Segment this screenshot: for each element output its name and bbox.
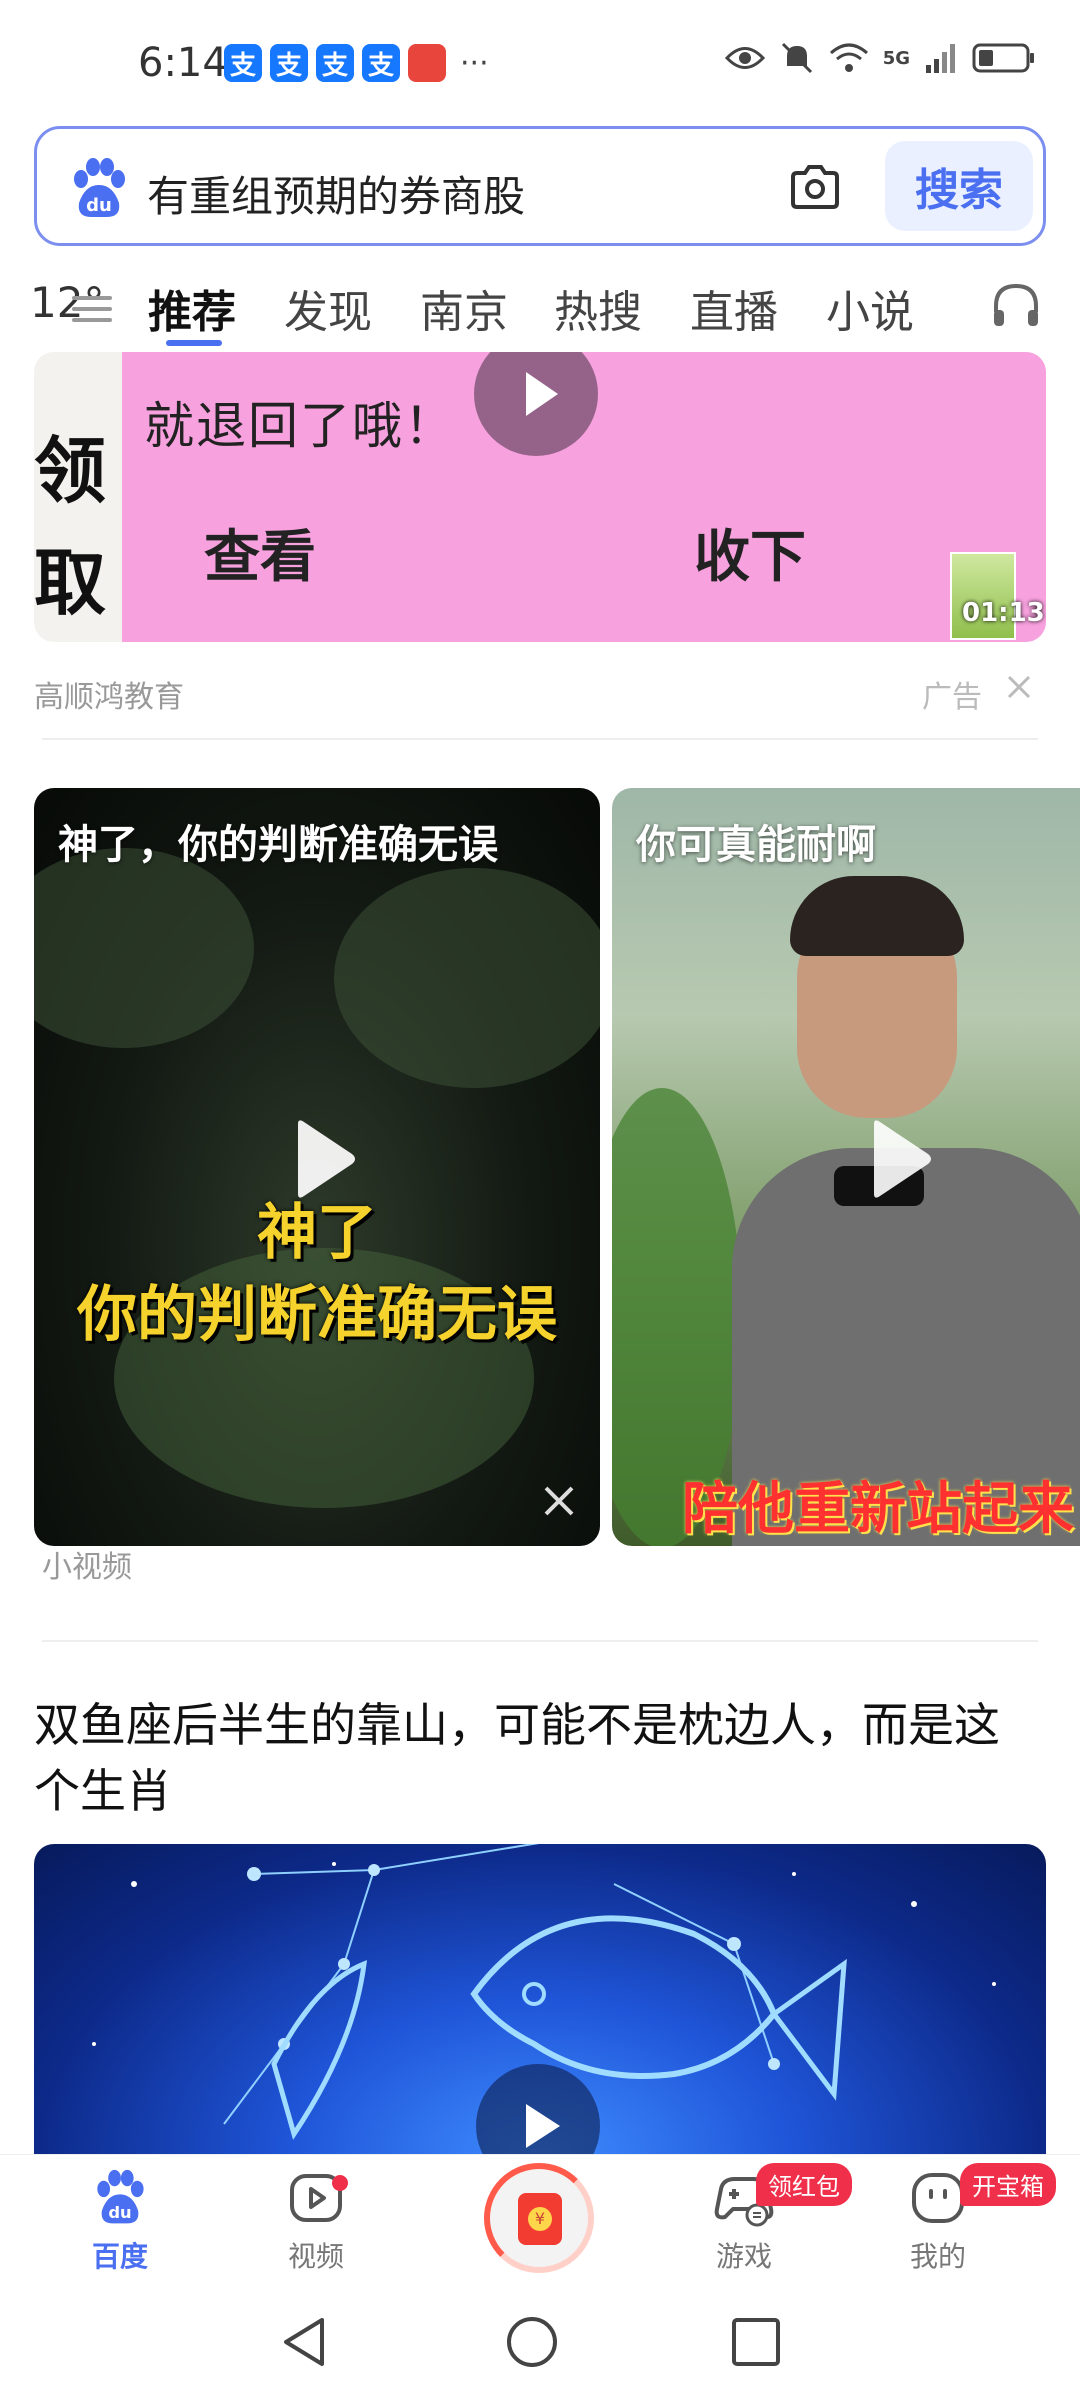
section-label: 小视频 bbox=[42, 1550, 132, 1585]
svg-text:du: du bbox=[108, 2203, 131, 2222]
ad-side-char: 领 bbox=[34, 428, 107, 513]
network-type: 5G bbox=[882, 47, 910, 69]
channel-tabs: 12° 推荐 发现 南京 热搜 直播 小说 bbox=[0, 262, 1080, 352]
tab-hot-search[interactable]: 热搜 bbox=[554, 276, 642, 340]
nav-label: 游戏 bbox=[715, 2240, 772, 2273]
alipay-icon: 支 bbox=[224, 44, 262, 82]
divider bbox=[42, 1640, 1038, 1642]
ad-source[interactable]: 高顺鸿教育 bbox=[34, 672, 184, 716]
close-icon[interactable] bbox=[542, 1484, 576, 1518]
nav-games[interactable]: 领红包 游戏 bbox=[674, 2163, 852, 2275]
article-video-thumbnail[interactable] bbox=[34, 1844, 1046, 2154]
status-notification-icons: 支 支 支 支 ··· bbox=[224, 44, 489, 82]
nav-badge: 领红包 bbox=[756, 2163, 852, 2206]
coin-icon: ¥ bbox=[528, 2207, 552, 2231]
alipay-icon: 支 bbox=[362, 44, 400, 82]
home-icon[interactable] bbox=[504, 2314, 560, 2370]
status-system-icons: 5G bbox=[724, 40, 1036, 76]
play-icon[interactable] bbox=[852, 1114, 942, 1204]
system-navigation-bar bbox=[0, 2284, 1080, 2400]
eye-icon bbox=[724, 47, 765, 69]
profile-face-icon bbox=[912, 2173, 964, 2223]
tab-discover[interactable]: 发现 bbox=[284, 276, 372, 340]
ad-view-label: 查看 bbox=[204, 524, 316, 590]
alipay-icon: 支 bbox=[270, 44, 308, 82]
svg-text:du: du bbox=[86, 195, 112, 216]
baidu-paw-icon: du bbox=[97, 2169, 144, 2224]
ad-side-char: 取 bbox=[34, 540, 107, 625]
search-input[interactable]: 有重组预期的券商股 bbox=[147, 163, 525, 224]
play-icon[interactable] bbox=[476, 2064, 600, 2154]
ad-tag: 广告 bbox=[922, 680, 982, 715]
short-video-card[interactable]: 神了，你的判断准确无误 神了 你的判断准确无误 bbox=[34, 788, 600, 1546]
divider bbox=[42, 738, 1038, 740]
active-tab-indicator bbox=[166, 340, 222, 346]
article-title[interactable]: 双鱼座后半生的靠山，可能不是枕边人，而是这个生肖 bbox=[34, 1692, 1034, 1824]
nav-video[interactable]: 视频 bbox=[246, 2169, 386, 2275]
ad-accept-label: 收下 bbox=[694, 524, 806, 590]
nav-label: 百度 bbox=[91, 2240, 148, 2273]
nav-label: 视频 bbox=[287, 2240, 344, 2273]
video-caption: 陪他重新站起来 bbox=[682, 1477, 1074, 1542]
video-duration: 01:13 bbox=[962, 598, 1045, 628]
video-title: 神了，你的判断准确无误 bbox=[58, 822, 498, 868]
tab-novel[interactable]: 小说 bbox=[826, 276, 914, 340]
battery-icon bbox=[972, 43, 1034, 73]
tab-nanjing[interactable]: 南京 bbox=[420, 276, 508, 340]
camera-icon[interactable] bbox=[789, 163, 841, 211]
baidu-logo-icon: du bbox=[74, 158, 125, 217]
close-icon[interactable] bbox=[1006, 674, 1032, 700]
play-icon[interactable] bbox=[474, 352, 598, 456]
video-caption: 神了 bbox=[257, 1198, 377, 1268]
more-notifications-icon: ··· bbox=[460, 45, 489, 81]
nav-profile[interactable]: 开宝箱 我的 bbox=[868, 2163, 1056, 2275]
foliage-shape bbox=[334, 868, 600, 1088]
foliage-shape bbox=[34, 848, 254, 1048]
video-title: 你可真能耐啊 bbox=[636, 822, 876, 868]
recents-icon[interactable] bbox=[730, 2316, 782, 2368]
mute-icon bbox=[781, 42, 812, 74]
ad-video-card[interactable]: 领 取 就退回了哦！ 查看 收下 01:13 bbox=[34, 352, 1046, 642]
nav-badge: 开宝箱 bbox=[960, 2163, 1056, 2206]
red-envelope-button[interactable]: ¥ bbox=[484, 2163, 594, 2273]
back-icon[interactable] bbox=[278, 2314, 330, 2370]
search-bar[interactable]: du 有重组预期的券商股 搜索 bbox=[34, 126, 1046, 246]
weather-lines-icon bbox=[72, 296, 112, 329]
nav-home[interactable]: du 百度 bbox=[50, 2169, 190, 2275]
status-bar: 6:14 支 支 支 支 ··· 5G bbox=[0, 0, 1080, 120]
nav-label: 我的 bbox=[909, 2240, 966, 2273]
signal-icon bbox=[926, 44, 955, 73]
bottom-navigation: du 百度 视频 ¥ 领红包 游戏 开宝箱 我的 bbox=[0, 2154, 1080, 2284]
ad-side-panel: 领 取 bbox=[34, 352, 122, 642]
tab-live[interactable]: 直播 bbox=[690, 276, 778, 340]
short-video-card[interactable]: 你可真能耐啊 陪他重新站起来 bbox=[612, 788, 1080, 1546]
wifi-icon bbox=[829, 43, 868, 72]
video-caption: 你的判断准确无误 bbox=[77, 1280, 557, 1350]
huawei-store-icon bbox=[408, 44, 446, 82]
ad-video-text: 就退回了哦！ bbox=[144, 397, 456, 455]
search-button[interactable]: 搜索 bbox=[885, 141, 1033, 231]
notification-dot bbox=[332, 2175, 348, 2191]
status-time: 6:14 bbox=[138, 40, 228, 86]
person-hair bbox=[790, 876, 964, 956]
tab-recommend[interactable]: 推荐 bbox=[148, 276, 236, 340]
alipay-icon: 支 bbox=[316, 44, 354, 82]
headphone-icon[interactable] bbox=[990, 280, 1042, 332]
